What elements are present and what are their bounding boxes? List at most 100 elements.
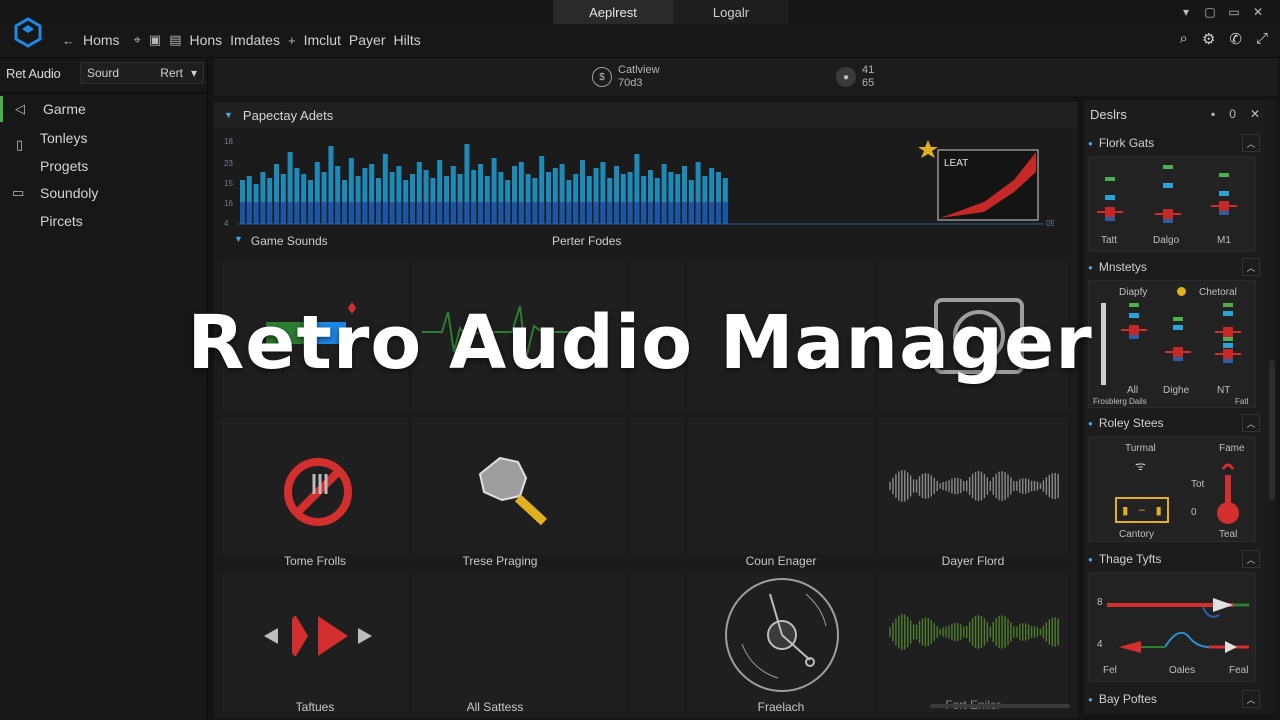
signal-lines: [1107, 598, 1249, 653]
waveform-bar-base: [362, 202, 368, 224]
collapse-triangle-icon[interactable]: ▼: [224, 110, 233, 120]
section-bay-poftes[interactable]: ● Bay Poftes ︿: [1088, 688, 1260, 710]
bullet-icon: ●: [1088, 554, 1093, 564]
waveform-overview[interactable]: 18 23 15 16 4 05 LEAT: [224, 132, 1054, 228]
asset-tile-trese-praging[interactable]: Trese Praging: [412, 418, 626, 568]
tab-aeplrest[interactable]: Aeplrest: [553, 0, 673, 24]
close-icon[interactable]: ✕: [1246, 4, 1270, 20]
toolbar-item-homs[interactable]: Homs: [83, 32, 120, 48]
stat-label: 41: [862, 64, 875, 76]
stat-text: 41 65: [862, 64, 874, 90]
section-flork-gats[interactable]: ● Flork Gats ︿: [1088, 132, 1260, 154]
waveform-bar-base: [491, 202, 497, 224]
asset-tile-all-sattess[interactable]: All Sattess: [412, 574, 626, 714]
asset-tile-coun-enager[interactable]: Coun Enager: [688, 418, 874, 568]
lock-icon[interactable]: ▪: [1211, 107, 1215, 121]
asset-tile-fraelach[interactable]: Fraelach: [688, 574, 874, 714]
waveform-bar-base: [328, 202, 334, 224]
toolbar-item-payer[interactable]: Payer: [349, 32, 386, 48]
minimize-icon[interactable]: ▭: [1222, 4, 1246, 20]
collapse-triangle-icon[interactable]: ▼: [234, 234, 243, 248]
sidebar-item-pircets[interactable]: Pircets: [0, 208, 208, 234]
toolbar-nav: ← Homs ⌖ ▣ ▤ Hons Imdates + Imclut Payer…: [62, 32, 421, 48]
waveform-bar-base: [559, 202, 565, 224]
section-title: Bay Poftes: [1098, 692, 1157, 706]
chevron-up-icon[interactable]: ︿: [1242, 690, 1260, 708]
waveform-bar-base: [403, 202, 409, 224]
section-title: Roley Stees: [1098, 416, 1164, 430]
restore-icon[interactable]: ▢: [1198, 4, 1222, 20]
dollar-icon: $: [592, 67, 612, 87]
sidebar-item-label: Pircets: [40, 213, 83, 229]
layers-icon[interactable]: ▤: [169, 32, 181, 48]
meter-mid: [1219, 191, 1229, 196]
sidebar-item-soundoly[interactable]: ▭ Soundoly: [0, 180, 208, 206]
waveform-bar-base: [321, 202, 327, 224]
toolbar-item-imclut[interactable]: Imclut: [304, 32, 341, 48]
group-game-sounds[interactable]: ▼ Game Sounds: [234, 234, 328, 248]
section-title: Flork Gats: [1098, 136, 1155, 150]
waveform-bar-base: [709, 202, 715, 224]
chevron-up-icon[interactable]: ︿: [1242, 258, 1260, 276]
waveform-bar-base: [471, 202, 477, 224]
waveform-bar-base: [450, 202, 456, 224]
tile-label: Taftues: [295, 700, 335, 714]
asset-tile-dayer-flord[interactable]: Dayer Flord: [878, 418, 1068, 568]
image-icon[interactable]: ▣: [149, 32, 161, 48]
asset-tile-taftues[interactable]: Taftues: [222, 574, 408, 714]
right-scrollbar[interactable]: [1268, 100, 1276, 714]
waveform-bar-base: [253, 202, 259, 224]
wave-y-tick: 18: [224, 137, 233, 146]
star-icon: [918, 140, 938, 158]
counter-display: ▮ – ▮: [1115, 497, 1169, 523]
toolbar-item-hilts[interactable]: Hilts: [394, 32, 421, 48]
meter-base: [1105, 217, 1115, 221]
phone-icon[interactable]: ✆: [1229, 30, 1242, 48]
asset-tile[interactable]: [630, 418, 684, 554]
chevron-up-icon[interactable]: ︿: [1242, 550, 1260, 568]
source-select[interactable]: Sourd Rert ▾: [80, 62, 204, 84]
left-sidebar: Ret Audio Sourd Rert ▾ ◁ Garme Tonleys ▯…: [0, 58, 208, 720]
assets-panel: ▼ Papectay Adets 18 23 15 16 4 05 LEAT ▼…: [214, 102, 1078, 718]
asset-tile-fort-eniler[interactable]: Fort Eniler: [878, 574, 1068, 712]
expand-icon[interactable]: ⤢: [1256, 30, 1268, 48]
waveform-bar-base: [301, 202, 307, 224]
waveform-bar-base: [308, 202, 313, 224]
waveform-bar-base: [525, 202, 531, 224]
section-roley-stees[interactable]: ● Roley Stees ︿: [1088, 412, 1260, 434]
section-thage-tyfts[interactable]: ● Thage Tyfts ︿: [1088, 548, 1260, 570]
chevron-up-icon[interactable]: ︿: [1242, 134, 1260, 152]
tag-icon[interactable]: ⌖: [134, 32, 141, 48]
meter-mid: [1163, 183, 1173, 188]
meter-label: Teal: [1219, 529, 1238, 540]
settings-sliders-icon[interactable]: ⚙: [1202, 30, 1215, 48]
plus-icon[interactable]: +: [288, 33, 296, 48]
chevron-up-icon[interactable]: ︿: [1242, 414, 1260, 432]
back-arrow-icon[interactable]: ←: [62, 33, 75, 48]
asset-tile-tome-frolls[interactable]: Tome Frolls: [222, 418, 408, 568]
app-logo-icon[interactable]: [12, 16, 44, 48]
meter-label: Fame: [1219, 443, 1245, 454]
sidebar-item-garme[interactable]: ◁ Garme: [0, 96, 208, 122]
toolbar-item-hons[interactable]: Hons: [189, 32, 222, 48]
meter-peak: [1163, 165, 1173, 169]
stat-value: 65: [862, 77, 875, 89]
tile-label: Trese Praging: [462, 554, 538, 568]
waveform-bar-base: [702, 202, 708, 224]
meter-mid: [1105, 195, 1115, 200]
dropdown-chevron-icon[interactable]: ▾: [1174, 4, 1198, 20]
search-icon[interactable]: ⌕: [1180, 30, 1188, 48]
horizontal-scrollbar[interactable]: [930, 704, 1070, 708]
tab-logalr[interactable]: Logalr: [673, 0, 789, 24]
toolbar-item-imdates[interactable]: Imdates: [230, 32, 280, 48]
meter-label: Fatl: [1235, 397, 1249, 406]
meter-label: 4: [1097, 639, 1103, 650]
assets-header[interactable]: ▼ Papectay Adets: [214, 102, 1078, 128]
close-icon[interactable]: ✕: [1250, 107, 1260, 121]
waveform-bar-base: [369, 202, 375, 224]
section-mnstetys[interactable]: ● Mnstetys ︿: [1088, 256, 1260, 278]
asset-tile[interactable]: [630, 574, 684, 712]
meter-base: [1219, 211, 1229, 215]
sidebar-item-progets[interactable]: Progets: [0, 153, 208, 179]
waveform-bar-base: [695, 202, 701, 224]
